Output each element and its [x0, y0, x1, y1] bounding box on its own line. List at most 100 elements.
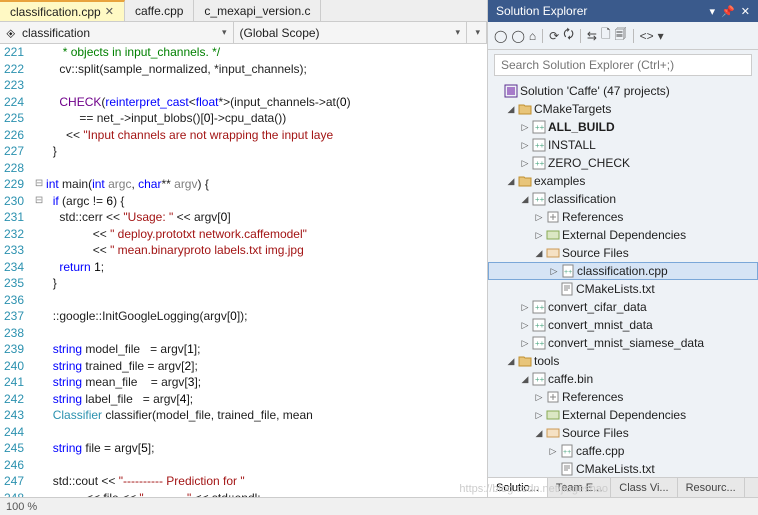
proj-icon: ++: [532, 318, 546, 332]
tree-node[interactable]: ◢ examples: [488, 172, 758, 190]
chevron-down-icon: ▾: [455, 27, 460, 38]
code-content[interactable]: * objects in input_channels. */ cv::spli…: [46, 44, 361, 497]
ext-icon: [546, 408, 560, 422]
folder-icon: [518, 174, 532, 188]
proj-icon: ++: [532, 372, 546, 386]
tree-node[interactable]: ◢Source Files: [488, 244, 758, 262]
tree-label: ALL_BUILD: [548, 120, 615, 134]
tree-node[interactable]: ▷++INSTALL: [488, 136, 758, 154]
expand-icon[interactable]: ▷: [534, 410, 544, 421]
close-icon[interactable]: ✕: [105, 5, 114, 18]
close-icon[interactable]: ✕: [741, 5, 750, 18]
code-editor[interactable]: 2212222232242252262272282292302312322332…: [0, 44, 487, 497]
view-code-icon[interactable]: <>: [640, 29, 654, 43]
txt-icon: [560, 282, 574, 296]
expand-icon[interactable]: ▷: [520, 140, 530, 151]
expand-icon[interactable]: ▷: [520, 320, 530, 331]
tree-node[interactable]: ▷++caffe.cpp: [488, 442, 758, 460]
more-icon[interactable]: ▾: [658, 29, 664, 43]
nav-left-label: classification: [22, 26, 90, 40]
pin-icon[interactable]: 📌: [721, 5, 735, 18]
ext-icon: [546, 228, 560, 242]
tree-node[interactable]: CMakeLists.txt: [488, 280, 758, 298]
explorer-bottom-tab[interactable]: Solutio...: [488, 478, 548, 497]
tree-node[interactable]: ▷++convert_cifar_data: [488, 298, 758, 316]
line-numbers: 2212222232242252262272282292302312322332…: [0, 44, 32, 497]
expand-icon[interactable]: ▷: [520, 158, 530, 169]
expand-icon[interactable]: ▷: [520, 302, 530, 313]
explorer-bottom-tab[interactable]: Class Vi...: [611, 478, 677, 497]
tree-node[interactable]: ▷++ZERO_CHECK: [488, 154, 758, 172]
editor-tab[interactable]: c_mexapi_version.c: [194, 0, 321, 21]
tree-node[interactable]: ▷ External Dependencies: [488, 226, 758, 244]
tree-node[interactable]: ◢ CMakeTargets: [488, 100, 758, 118]
expand-icon[interactable]: ◢: [520, 374, 530, 385]
nav-scope-dropdown[interactable]: (Global Scope) ▾: [234, 22, 468, 43]
search-input[interactable]: [494, 54, 752, 76]
expand-icon[interactable]: ◢: [506, 176, 516, 187]
solution-tree[interactable]: Solution 'Caffe' (47 projects) ◢ CMakeTar…: [488, 80, 758, 477]
proj-icon: ++: [532, 192, 546, 206]
svg-text:++: ++: [535, 339, 545, 348]
tree-node[interactable]: ◢Source Files: [488, 424, 758, 442]
solution-node[interactable]: Solution 'Caffe' (47 projects): [488, 82, 758, 100]
expand-icon[interactable]: ▷: [534, 230, 544, 241]
tree-label: CMakeLists.txt: [576, 462, 655, 476]
tree-node[interactable]: ▷++classification.cpp: [488, 262, 758, 280]
dropdown-icon[interactable]: ▾: [710, 5, 716, 18]
tree-node[interactable]: ◢++classification: [488, 190, 758, 208]
collapse-icon[interactable]: ⇆: [587, 29, 597, 43]
svg-text:++: ++: [535, 159, 545, 168]
explorer-title-label: Solution Explorer: [496, 4, 587, 18]
txt-icon: [560, 462, 574, 476]
tree-node[interactable]: ▷++convert_mnist_data: [488, 316, 758, 334]
tree-label: INSTALL: [548, 138, 596, 152]
home-icon[interactable]: ⌂: [529, 29, 536, 43]
show-all-icon[interactable]: 🗋: [601, 25, 611, 46]
tree-node[interactable]: ◢tools: [488, 352, 758, 370]
svg-text:++: ++: [563, 449, 571, 456]
sync-icon[interactable]: ⟳: [549, 29, 559, 43]
expand-icon[interactable]: ◢: [534, 248, 544, 259]
svg-text:++: ++: [564, 269, 572, 276]
expand-icon[interactable]: ◢: [506, 356, 516, 367]
expand-icon[interactable]: ▷: [548, 446, 558, 457]
back-icon[interactable]: ◯: [494, 29, 507, 43]
editor-tab[interactable]: caffe.cpp: [125, 0, 194, 21]
refresh-icon[interactable]: 🗘: [563, 25, 574, 46]
proj-icon: ++: [532, 300, 546, 314]
explorer-bottom-tab[interactable]: Team E...: [548, 478, 611, 497]
tree-node[interactable]: ▷++convert_mnist_siamese_data: [488, 334, 758, 352]
tree-label: CMakeTargets: [534, 102, 611, 116]
svg-text:++: ++: [535, 195, 545, 204]
expand-icon[interactable]: ▷: [549, 266, 559, 277]
expand-icon[interactable]: ▷: [534, 212, 544, 223]
svg-text:++: ++: [535, 321, 545, 330]
expand-icon[interactable]: ◢: [520, 194, 530, 205]
forward-icon[interactable]: ◯: [511, 29, 524, 43]
tree-node[interactable]: CMakeLists.txt: [488, 460, 758, 477]
nav-extra-dropdown[interactable]: ▾: [467, 22, 487, 43]
explorer-bottom-tab[interactable]: Resourc...: [678, 478, 745, 497]
tree-node[interactable]: ▷++ALL_BUILD: [488, 118, 758, 136]
tree-node[interactable]: ▷ References: [488, 388, 758, 406]
expand-icon[interactable]: ◢: [534, 428, 544, 439]
tree-label: References: [562, 390, 623, 404]
nav-class-dropdown[interactable]: 🞚 classification ▾: [0, 22, 234, 43]
nav-bar: 🞚 classification ▾ (Global Scope) ▾ ▾: [0, 22, 487, 44]
expand-icon[interactable]: ◢: [506, 104, 516, 115]
tree-label: examples: [534, 174, 585, 188]
tree-node[interactable]: ▷References: [488, 208, 758, 226]
zoom-level[interactable]: 100 %: [6, 501, 37, 513]
tree-node[interactable]: ▷External Dependencies: [488, 406, 758, 424]
expand-icon[interactable]: ▷: [534, 392, 544, 403]
tree-node[interactable]: ◢++caffe.bin: [488, 370, 758, 388]
expand-icon[interactable]: ▷: [520, 122, 530, 133]
explorer-titlebar[interactable]: Solution Explorer ▾ 📌 ✕: [488, 0, 758, 22]
cpp-icon: ++: [560, 444, 574, 458]
tree-label: External Dependencies: [562, 228, 686, 242]
expand-icon[interactable]: ▷: [520, 338, 530, 349]
editor-tab[interactable]: classification.cpp✕: [0, 0, 125, 21]
properties-icon[interactable]: 🗐: [615, 25, 627, 46]
fold-gutter[interactable]: ⊟⊟: [32, 44, 46, 497]
